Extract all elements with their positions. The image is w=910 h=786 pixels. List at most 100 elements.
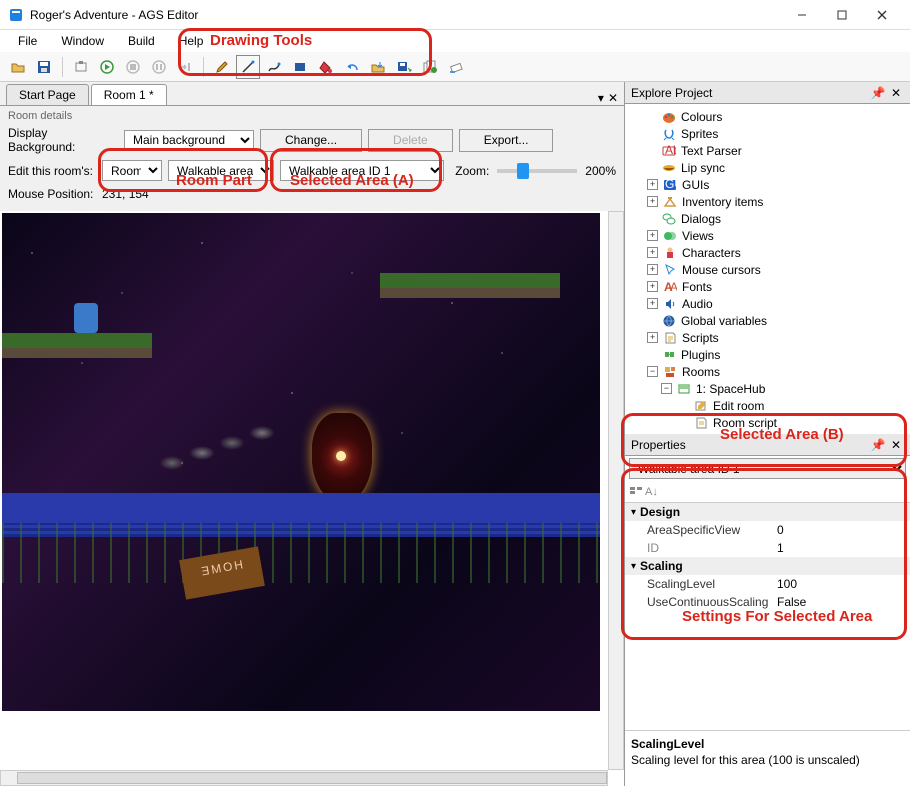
step-icon[interactable] <box>173 55 197 79</box>
tree-label[interactable]: GUIs <box>682 178 709 192</box>
tree-label[interactable]: Scripts <box>682 331 719 345</box>
display-bg-select[interactable]: Main background <box>124 130 254 151</box>
stop-icon[interactable] <box>121 55 145 79</box>
tree-label[interactable]: Sprites <box>681 127 718 141</box>
tree-label[interactable]: Global variables <box>681 314 767 328</box>
collapse-icon[interactable]: − <box>661 383 672 394</box>
menu-file[interactable]: File <box>8 32 47 50</box>
h-scrollbar[interactable] <box>0 770 608 786</box>
categorized-icon[interactable] <box>629 485 643 499</box>
expand-icon[interactable]: + <box>647 247 658 258</box>
change-bg-button[interactable]: Change... <box>260 129 362 152</box>
titlebar: Roger's Adventure - AGS Editor <box>0 0 910 30</box>
pin-icon[interactable]: 📌 <box>870 85 886 101</box>
pause-icon[interactable] <box>147 55 171 79</box>
export-mask-icon[interactable] <box>392 55 416 79</box>
tree-label[interactable]: Colours <box>681 110 722 124</box>
export-bg-button[interactable]: Export... <box>459 129 554 152</box>
room-part-select[interactable]: Room <box>102 160 162 181</box>
minimize-button[interactable] <box>782 1 822 29</box>
open-icon[interactable] <box>6 55 30 79</box>
import-mask-icon[interactable] <box>366 55 390 79</box>
properties-object-select[interactable]: Walkable area ID 1 <box>629 458 906 479</box>
cursor-icon <box>662 262 678 278</box>
audio-icon <box>662 296 678 312</box>
scripts-icon <box>662 330 678 346</box>
save-icon[interactable] <box>32 55 56 79</box>
tree-label[interactable]: Room script <box>713 416 777 430</box>
tab-menu-icon[interactable]: ▾ <box>598 91 604 105</box>
freehand-icon[interactable] <box>262 55 286 79</box>
close-pane-icon[interactable]: ✕ <box>888 85 904 101</box>
prop-name: ID <box>647 541 777 555</box>
tab-room[interactable]: Room 1 * <box>91 84 167 105</box>
room-subpart-select[interactable]: Walkable areas <box>168 160 274 181</box>
selected-area-select[interactable]: Walkable area ID 1 <box>280 160 444 181</box>
project-tree[interactable]: Colours Sprites AbText Parser Lip sync +… <box>625 104 910 434</box>
edit-room-label: Edit this room's: <box>8 164 96 178</box>
expand-icon[interactable]: + <box>647 332 658 343</box>
tree-label[interactable]: Inventory items <box>682 195 763 209</box>
collapse-icon[interactable]: − <box>647 366 658 377</box>
line-icon[interactable] <box>236 55 260 79</box>
menu-build[interactable]: Build <box>118 32 165 50</box>
close-button[interactable] <box>862 1 902 29</box>
window-title: Roger's Adventure - AGS Editor <box>30 8 782 22</box>
run-icon[interactable] <box>95 55 119 79</box>
group-scaling[interactable]: ▾Scaling <box>625 557 910 575</box>
tree-label[interactable]: Audio <box>682 297 713 311</box>
expand-icon[interactable]: + <box>647 230 658 241</box>
expand-icon[interactable]: + <box>647 196 658 207</box>
separator <box>62 57 63 77</box>
tree-label[interactable]: Dialogs <box>681 212 721 226</box>
zoom-value: 200% <box>585 164 616 178</box>
expand-icon[interactable]: + <box>647 298 658 309</box>
expand-icon[interactable]: + <box>647 179 658 190</box>
tab-close-icon[interactable]: ✕ <box>608 91 618 105</box>
zoom-label: Zoom: <box>455 164 489 178</box>
alphabetical-icon[interactable]: A↓ <box>645 486 658 498</box>
build-icon[interactable] <box>69 55 93 79</box>
tree-label[interactable]: Text Parser <box>681 144 742 158</box>
tab-start-page[interactable]: Start Page <box>6 84 89 105</box>
menubar: File Window Build Help <box>0 30 910 52</box>
properties-title: Properties <box>631 438 868 452</box>
pin-icon[interactable]: 📌 <box>870 437 886 453</box>
copy-mask-icon[interactable] <box>418 55 442 79</box>
v-scrollbar[interactable] <box>608 211 624 770</box>
prop-value[interactable]: 100 <box>777 577 904 591</box>
fill-icon[interactable] <box>314 55 338 79</box>
eraser-icon[interactable] <box>444 55 468 79</box>
rectangle-icon[interactable] <box>288 55 312 79</box>
prop-value[interactable]: 0 <box>777 523 904 537</box>
palette-icon <box>661 109 677 125</box>
pencil-icon[interactable] <box>210 55 234 79</box>
room-icon <box>676 381 692 397</box>
tree-label[interactable]: Views <box>682 229 714 243</box>
undo-icon[interactable] <box>340 55 364 79</box>
tree-label[interactable]: Fonts <box>682 280 712 294</box>
tree-label[interactable]: Lip sync <box>681 161 725 175</box>
tree-label[interactable]: Plugins <box>681 348 720 362</box>
tree-label[interactable]: Rooms <box>682 365 720 379</box>
close-pane-icon[interactable]: ✕ <box>888 437 904 453</box>
tree-label[interactable]: 1: SpaceHub <box>696 382 765 396</box>
prop-name: AreaSpecificView <box>647 523 777 537</box>
properties-toolbar: A↓ <box>625 481 910 503</box>
rooms-icon <box>662 364 678 380</box>
menu-help[interactable]: Help <box>169 32 214 50</box>
expand-icon[interactable]: + <box>647 281 658 292</box>
prop-value[interactable]: False <box>777 595 904 609</box>
menu-window[interactable]: Window <box>51 32 114 50</box>
tree-label[interactable]: Edit room <box>713 399 764 413</box>
maximize-button[interactable] <box>822 1 862 29</box>
gui-icon: GUI <box>662 177 678 193</box>
room-canvas[interactable]: HOME <box>2 213 600 711</box>
delete-bg-button[interactable]: Delete <box>368 129 453 152</box>
tree-label[interactable]: Mouse cursors <box>682 263 761 277</box>
zoom-slider[interactable] <box>497 169 577 173</box>
display-bg-label: Display Background: <box>8 126 118 154</box>
tree-label[interactable]: Characters <box>682 246 741 260</box>
group-design[interactable]: ▾Design <box>625 503 910 521</box>
expand-icon[interactable]: + <box>647 264 658 275</box>
